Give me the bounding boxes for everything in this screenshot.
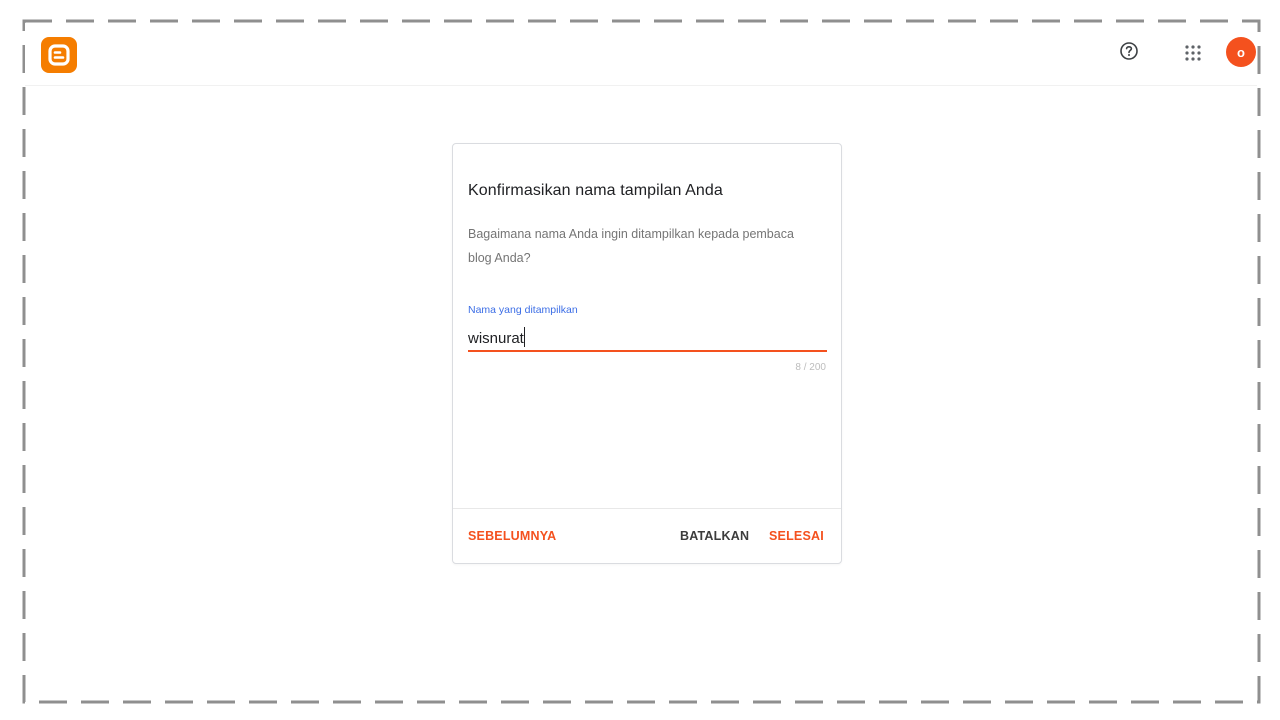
blogger-logo-icon[interactable] bbox=[41, 37, 77, 73]
character-counter: 8 / 200 bbox=[795, 362, 826, 373]
help-circle-icon[interactable] bbox=[1117, 39, 1141, 63]
cancel-button[interactable]: BATALKAN bbox=[680, 529, 749, 543]
display-name-label: Nama yang ditampilkan bbox=[468, 304, 578, 316]
top-bar: o bbox=[25, 23, 1257, 86]
text-caret bbox=[524, 327, 525, 347]
display-name-dialog: Konfirmasikan nama tampilan Anda Bagaima… bbox=[452, 143, 842, 564]
dialog-description: Bagaimana nama Anda ingin ditampilkan ke… bbox=[468, 227, 794, 265]
done-button[interactable]: SELESAI bbox=[769, 529, 824, 543]
dialog-footer: SEBELUMNYA BATALKAN SELESAI bbox=[453, 508, 841, 564]
apps-grid-icon[interactable] bbox=[1181, 41, 1205, 65]
display-name-input[interactable] bbox=[468, 324, 828, 352]
input-underline bbox=[468, 350, 827, 352]
previous-button[interactable]: SEBELUMNYA bbox=[468, 529, 556, 543]
dialog-title: Konfirmasikan nama tampilan Anda bbox=[468, 182, 723, 199]
avatar[interactable]: o bbox=[1226, 37, 1256, 67]
